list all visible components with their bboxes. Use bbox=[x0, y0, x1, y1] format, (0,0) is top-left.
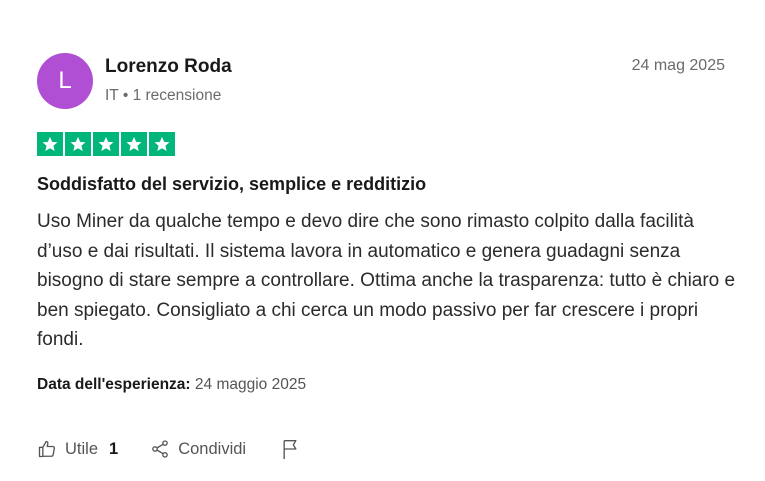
reviewer-name[interactable]: Lorenzo Roda bbox=[105, 56, 232, 78]
share-icon bbox=[150, 439, 170, 459]
reviewer-country: IT bbox=[105, 87, 119, 104]
meta-separator: • bbox=[122, 87, 129, 104]
reviewer-meta: IT • 1 recensione bbox=[105, 87, 221, 105]
review-actions: Utile 1 Condividi bbox=[37, 438, 300, 460]
experience-label: Data dell'esperienza: bbox=[37, 376, 191, 393]
review-card: L Lorenzo Roda IT • 1 recensione 24 mag … bbox=[0, 0, 765, 481]
experience-date: Data dell'esperienza: 24 maggio 2025 bbox=[37, 376, 306, 394]
useful-count: 1 bbox=[109, 439, 119, 458]
avatar[interactable]: L bbox=[37, 53, 93, 109]
thumbs-up-icon bbox=[37, 439, 57, 459]
review-date: 24 mag 2025 bbox=[631, 57, 725, 74]
experience-value: 24 maggio 2025 bbox=[194, 376, 307, 393]
avatar-initial: L bbox=[58, 67, 72, 94]
star-icon bbox=[93, 132, 119, 156]
review-body: Uso Miner da qualche tempo e devo dire c… bbox=[37, 211, 736, 350]
reviewer-review-count: 1 recensione bbox=[132, 87, 222, 104]
star-rating bbox=[37, 132, 175, 156]
review-title[interactable]: Soddisfatto del servizio, semplice e red… bbox=[37, 174, 426, 195]
star-icon bbox=[121, 132, 147, 156]
star-icon bbox=[65, 132, 91, 156]
share-button[interactable]: Condividi bbox=[150, 439, 246, 459]
flag-icon bbox=[280, 438, 300, 460]
useful-label: Utile bbox=[65, 439, 99, 458]
useful-button[interactable]: Utile 1 bbox=[37, 439, 118, 459]
star-icon bbox=[149, 132, 175, 156]
star-icon bbox=[37, 132, 63, 156]
share-label: Condividi bbox=[178, 439, 247, 458]
report-button[interactable] bbox=[280, 438, 300, 460]
